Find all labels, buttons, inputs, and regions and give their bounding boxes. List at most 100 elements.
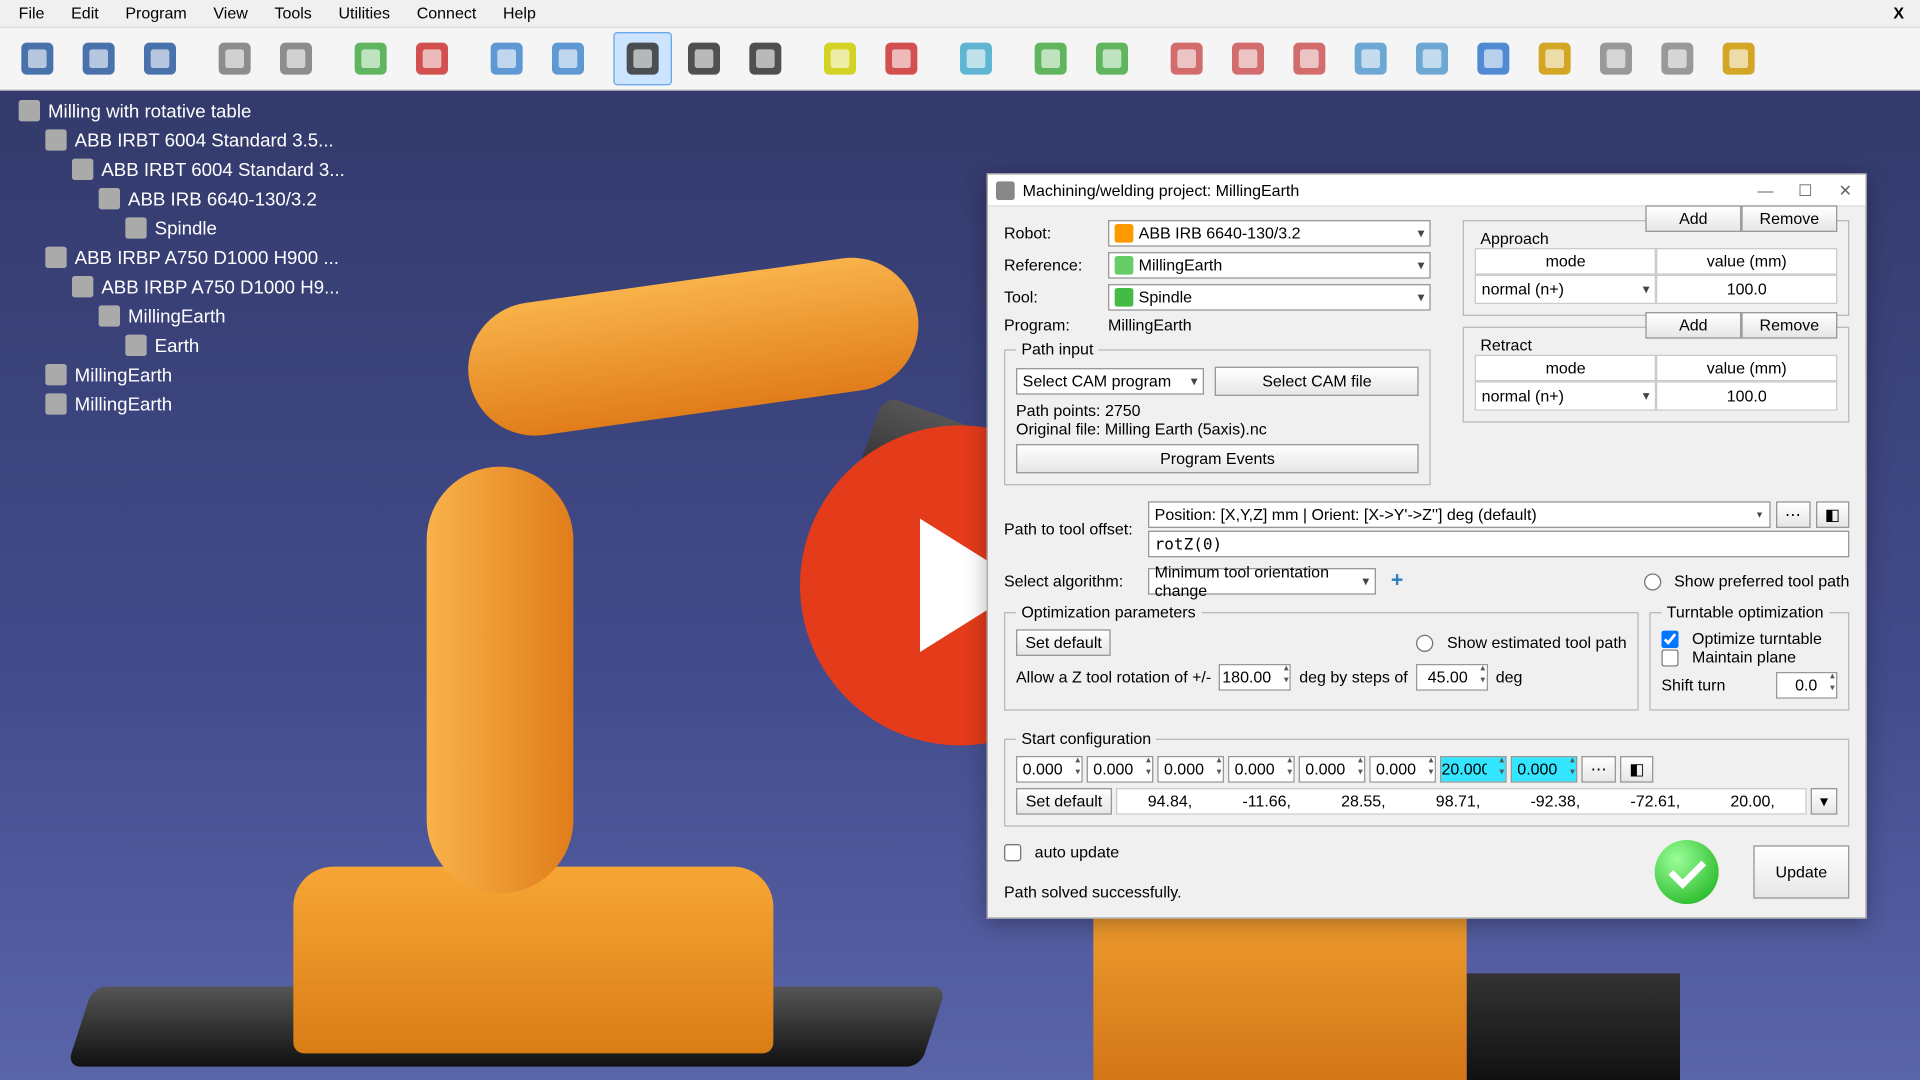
curve2-icon[interactable] xyxy=(1219,32,1278,85)
retract-value-input[interactable] xyxy=(1658,383,1837,410)
curve3-icon[interactable] xyxy=(1280,32,1339,85)
z-rotation-spinner[interactable] xyxy=(1219,664,1291,691)
dialog-titlebar[interactable]: Machining/welding project: MillingEarth … xyxy=(988,175,1865,207)
select-cam-program-dropdown[interactable]: Select CAM program xyxy=(1016,368,1204,395)
offset-extra2-button[interactable]: ◧ xyxy=(1816,501,1850,528)
start-config-j6-spinner[interactable] xyxy=(1369,756,1436,783)
tree-item[interactable]: MillingEarth xyxy=(19,360,345,389)
tree-item[interactable]: ABB IRBP A750 D1000 H900 ... xyxy=(19,243,345,272)
start-config-j7-spinner[interactable] xyxy=(1440,756,1507,783)
flag-radiation-icon[interactable] xyxy=(872,32,931,85)
optimize-turntable-checkbox[interactable]: Optimize turntable xyxy=(1661,629,1837,648)
menu-edit[interactable]: Edit xyxy=(58,1,112,25)
approach-value-input[interactable] xyxy=(1658,276,1837,303)
algorithm-dropdown[interactable]: Minimum tool orientation change xyxy=(1148,568,1376,595)
earth-icon[interactable] xyxy=(69,32,128,85)
tree-item[interactable]: Milling with rotative table xyxy=(19,96,345,125)
menu-connect[interactable]: Connect xyxy=(403,1,489,25)
tree-item[interactable]: MillingEarth xyxy=(19,301,345,330)
cube-view-icon[interactable] xyxy=(539,32,598,85)
tree-item[interactable]: ABB IRBP A750 D1000 H9... xyxy=(19,272,345,301)
start-config-j5-spinner[interactable] xyxy=(1299,756,1366,783)
add-target-icon[interactable] xyxy=(403,32,462,85)
start-config-more-button[interactable]: ⋯ xyxy=(1581,756,1616,783)
config-icon[interactable] xyxy=(1587,32,1646,85)
info-icon[interactable] xyxy=(1464,32,1523,85)
fit-view-icon[interactable] xyxy=(477,32,536,85)
menu-utilities[interactable]: Utilities xyxy=(325,1,403,25)
menu-tools[interactable]: Tools xyxy=(261,1,325,25)
add-frame-icon[interactable] xyxy=(341,32,400,85)
start-config-j3-spinner[interactable] xyxy=(1157,756,1224,783)
program-events-button[interactable]: Program Events xyxy=(1016,444,1419,473)
dialog-close-icon[interactable]: ✕ xyxy=(1833,181,1857,200)
robot-dropdown[interactable]: ABB IRB 6640-130/3.2 xyxy=(1108,220,1431,247)
open-file-icon[interactable] xyxy=(8,32,67,85)
offset-value-input[interactable]: rotZ(0) xyxy=(1148,531,1849,558)
fast-forward-icon[interactable] xyxy=(947,32,1006,85)
radiation-icon[interactable] xyxy=(811,32,870,85)
select-cam-file-button[interactable]: Select CAM file xyxy=(1215,367,1419,396)
new-script-icon[interactable] xyxy=(1083,32,1142,85)
start-config-j8-spinner[interactable] xyxy=(1511,756,1578,783)
tree-item[interactable]: ABB IRB 6640-130/3.2 xyxy=(19,184,345,213)
offset-format-dropdown[interactable]: Position: [X,Y,Z] mm | Orient: [X->Y'->Z… xyxy=(1148,501,1770,528)
hourglass-icon[interactable] xyxy=(1525,32,1584,85)
retract-remove-button[interactable]: Remove xyxy=(1741,312,1837,339)
maintain-plane-checkbox[interactable]: Maintain plane xyxy=(1661,648,1837,667)
package-icon[interactable] xyxy=(1709,32,1768,85)
result-dropdown-button[interactable]: ▾ xyxy=(1811,788,1838,815)
menu-help[interactable]: Help xyxy=(490,1,550,25)
tool-dropdown[interactable]: Spindle xyxy=(1108,284,1431,311)
select-delete-icon[interactable] xyxy=(613,32,672,85)
earth-icon xyxy=(125,335,146,356)
tree-item-label: ABB IRBT 6004 Standard 3.5... xyxy=(75,125,334,154)
show-estimated-radio[interactable]: Show estimated tool path xyxy=(1416,633,1626,652)
z-step-spinner[interactable] xyxy=(1416,664,1488,691)
retract-mode-dropdown[interactable]: normal (n+) xyxy=(1476,383,1655,410)
dialog-minimize-icon[interactable]: — xyxy=(1753,181,1777,200)
tree-item[interactable]: Earth xyxy=(19,331,345,360)
retract-add-button[interactable]: Add xyxy=(1645,312,1741,339)
undo-icon[interactable] xyxy=(205,32,264,85)
start-config-opts-button[interactable]: ◧ xyxy=(1620,756,1654,783)
start-config-set-default-button[interactable]: Set default xyxy=(1016,788,1112,815)
label-program: Program: xyxy=(1004,316,1100,335)
tree-item[interactable]: Spindle xyxy=(19,213,345,242)
redo-icon[interactable] xyxy=(267,32,326,85)
show-preferred-radio[interactable]: Show preferred tool path xyxy=(1643,572,1849,591)
offset-extra1-button[interactable]: ⋯ xyxy=(1776,501,1811,528)
approach-add-button[interactable]: Add xyxy=(1645,205,1741,232)
surface-tool-icon[interactable] xyxy=(1341,32,1400,85)
opt-set-default-button[interactable]: Set default xyxy=(1016,629,1111,656)
label-tool: Tool: xyxy=(1004,288,1100,307)
station-icon xyxy=(19,100,40,121)
python-icon[interactable] xyxy=(1021,32,1080,85)
approach-remove-button[interactable]: Remove xyxy=(1741,205,1837,232)
start-config-j4-spinner[interactable] xyxy=(1228,756,1295,783)
shift-turn-spinner[interactable] xyxy=(1776,672,1837,699)
update-button[interactable]: Update xyxy=(1753,845,1849,898)
reference-dropdown[interactable]: MillingEarth xyxy=(1108,252,1431,279)
start-config-j2-spinner[interactable] xyxy=(1087,756,1154,783)
curve1-icon[interactable] xyxy=(1157,32,1216,85)
window-close-icon[interactable]: X xyxy=(1883,1,1915,25)
refresh-icon[interactable] xyxy=(1648,32,1707,85)
target-icon xyxy=(45,364,66,385)
menu-file[interactable]: File xyxy=(5,1,57,25)
save-icon[interactable] xyxy=(131,32,190,85)
tree-item[interactable]: MillingEarth xyxy=(19,389,345,418)
start-config-j1-spinner[interactable] xyxy=(1016,756,1083,783)
select-move-icon[interactable] xyxy=(736,32,795,85)
add-algorithm-icon[interactable]: + xyxy=(1386,571,1407,592)
legend-path-input: Path input xyxy=(1016,340,1099,359)
auto-update-checkbox[interactable]: auto update xyxy=(1004,843,1647,862)
dialog-maximize-icon[interactable]: ☐ xyxy=(1793,181,1817,200)
approach-mode-dropdown[interactable]: normal (n+) xyxy=(1476,276,1655,303)
tree-item[interactable]: ABB IRBT 6004 Standard 3... xyxy=(19,155,345,184)
menu-view[interactable]: View xyxy=(200,1,261,25)
select-add-icon[interactable] xyxy=(675,32,734,85)
menu-program[interactable]: Program xyxy=(112,1,200,25)
import-tool-icon[interactable] xyxy=(1403,32,1462,85)
tree-item[interactable]: ABB IRBT 6004 Standard 3.5... xyxy=(19,125,345,154)
